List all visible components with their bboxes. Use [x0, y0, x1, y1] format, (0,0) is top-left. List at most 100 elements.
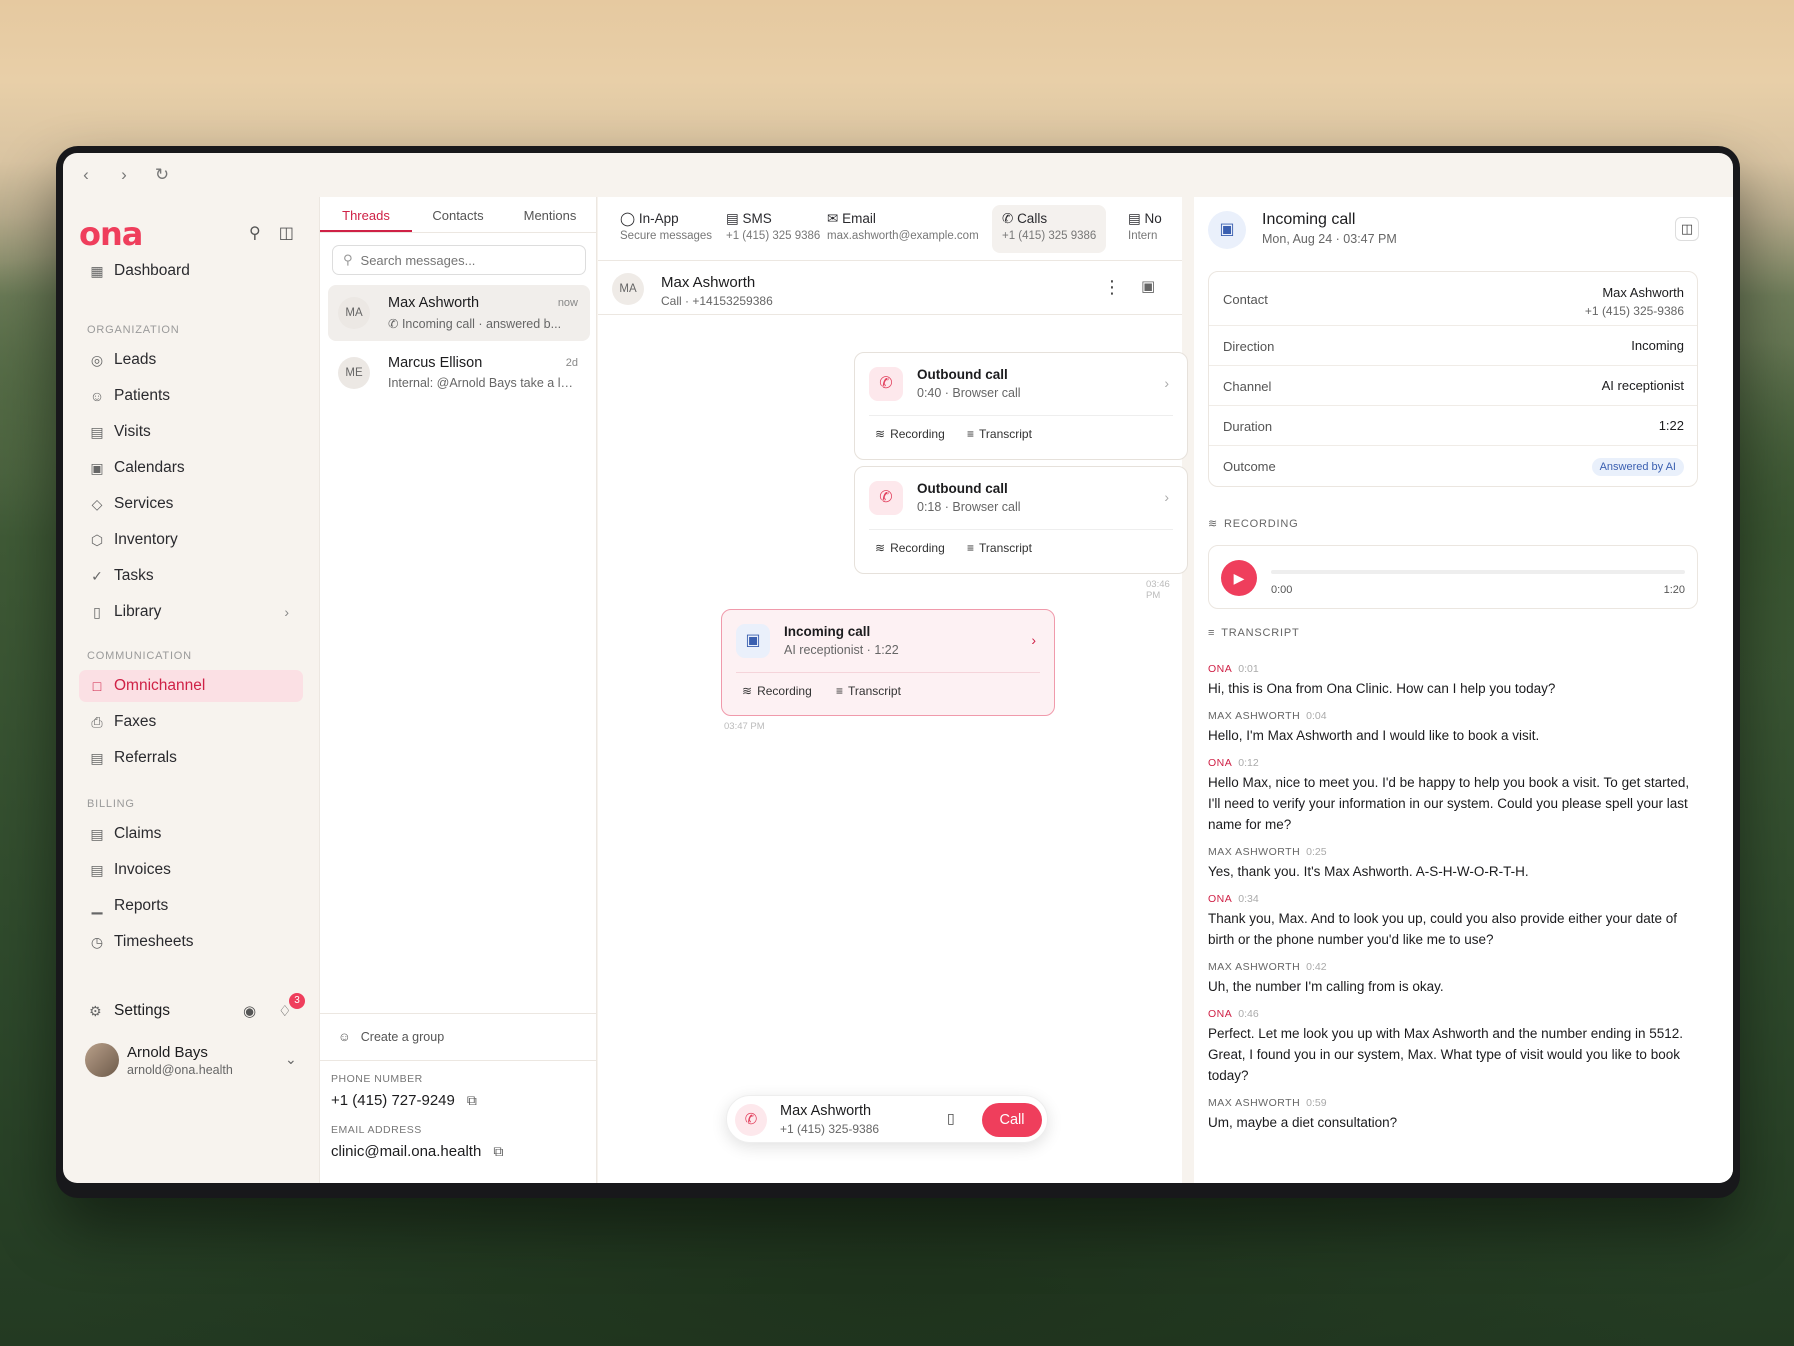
- tab-contacts[interactable]: Contacts: [412, 197, 504, 232]
- ona-logo[interactable]: ona: [79, 215, 143, 253]
- dialer-number: +1 (415) 325-9386: [780, 1122, 880, 1136]
- settings-tools: ◉ ♢: [243, 1002, 292, 1020]
- line-timestamp: 0:01: [1238, 663, 1259, 675]
- speaker-label: ONA 0:34: [1208, 893, 1698, 905]
- channel-sub: +1 (415) 325 9386: [1002, 230, 1097, 242]
- phone-value: +1 (415) 727-9249: [331, 1092, 455, 1109]
- panel-toggle-icon[interactable]: ◫: [1675, 217, 1699, 241]
- tab-calls[interactable]: ✆ Calls +1 (415) 325 9386: [992, 205, 1107, 253]
- thread-item[interactable]: MA Max Ashworth now ✆ Incoming call · an…: [328, 285, 590, 341]
- sidebar-item-omnichannel[interactable]: □ Omnichannel: [79, 670, 303, 702]
- transcript-chip[interactable]: ≡ Transcript: [836, 684, 901, 698]
- create-group-button[interactable]: ☺ Create a group: [320, 1013, 596, 1061]
- call-card[interactable]: ✆ Outbound call 0:18 · Browser call › ≋ R…: [854, 466, 1188, 574]
- help-icon[interactable]: ◉: [243, 1002, 256, 1020]
- line-timestamp: 0:12: [1238, 757, 1259, 769]
- receipt-icon: ▤: [90, 825, 104, 842]
- more-vertical-icon[interactable]: ⋮: [1103, 277, 1121, 298]
- sidebar-item-invoices[interactable]: ▤ Invoices: [79, 854, 303, 886]
- user-menu[interactable]: Arnold Bays arnold@ona.health ⌄: [85, 1041, 315, 1081]
- tab-notes[interactable]: ▤ No Intern: [1118, 205, 1172, 253]
- search-icon[interactable]: ⚲: [249, 223, 261, 243]
- avatar: [85, 1043, 119, 1077]
- call-title: Outbound call: [917, 367, 1008, 382]
- forward-icon[interactable]: ›: [115, 165, 133, 185]
- sidebar-item-services[interactable]: ◇ Services: [79, 488, 303, 520]
- tab-email[interactable]: ✉ Email max.ashworth@example.com: [817, 205, 989, 253]
- sidebar-item-timesheets[interactable]: ◷ Timesheets: [79, 926, 303, 958]
- thread-preview-text: Incoming call · answered b...: [401, 317, 562, 331]
- tab-threads[interactable]: Threads: [320, 197, 412, 232]
- sidebar-item-dashboard[interactable]: ▦ Dashboard: [79, 255, 303, 287]
- robot-icon: ▣: [736, 624, 770, 658]
- sidebar-item-label: Dashboard: [114, 262, 190, 279]
- line-timestamp: 0:46: [1238, 1008, 1259, 1020]
- transcript-line: MAX ASHWORTH 0:25 Yes, thank you. It's Max…: [1208, 846, 1698, 882]
- speaker-label: MAX ASHWORTH 0:25: [1208, 846, 1698, 858]
- copy-icon[interactable]: ⧉: [467, 1092, 477, 1109]
- sidebar-item-library[interactable]: ▯ Library ›: [79, 596, 303, 628]
- chip-label: Transcript: [979, 427, 1032, 441]
- tab-in-app[interactable]: ◯ In-App Secure messages: [610, 205, 722, 253]
- window-icon[interactable]: ▣: [1141, 277, 1155, 295]
- chevron-down-icon: ⌄: [285, 1051, 297, 1067]
- chevron-right-icon: ›: [1031, 632, 1036, 648]
- mobile-icon[interactable]: ▯: [947, 1110, 955, 1127]
- lines-icon: ≡: [836, 684, 844, 698]
- play-button[interactable]: ▶: [1221, 560, 1257, 596]
- sidebar-item-leads[interactable]: ◎ Leads: [79, 344, 303, 376]
- recording-chip[interactable]: ≋ Recording: [875, 427, 945, 441]
- sidebar-toggle-icon[interactable]: ◫: [279, 223, 294, 243]
- transcript-chip[interactable]: ≡ Transcript: [967, 427, 1032, 441]
- recording-chip[interactable]: ≋ Recording: [742, 684, 812, 698]
- channel-tabs: ◯ In-App Secure messages ▤ SMS +1 (415) …: [598, 197, 1182, 261]
- sidebar-item-calendars[interactable]: ▣ Calendars: [79, 452, 303, 484]
- call-card-selected[interactable]: ▣ Incoming call AI receptionist · 1:22 ›…: [721, 609, 1055, 716]
- sidebar-item-label: Inventory: [114, 531, 178, 548]
- contact-name[interactable]: Max Ashworth: [1602, 285, 1684, 300]
- sidebar-item-label: Claims: [114, 825, 162, 842]
- transcript-line: ONA 0:01 Hi, this is Ona from Ona Clinic. …: [1208, 663, 1698, 699]
- sidebar-item-referrals[interactable]: ▤ Referrals: [79, 742, 303, 774]
- call-card[interactable]: ✆ Outbound call 0:40 · Browser call › ≋ R…: [854, 352, 1188, 460]
- printer-icon: ⎙: [91, 713, 103, 730]
- transcript-chip[interactable]: ≡ Transcript: [967, 541, 1032, 555]
- tab-sms[interactable]: ▤ SMS +1 (415) 325 9386: [716, 205, 830, 253]
- lines-icon: ≡: [967, 427, 975, 441]
- chip-label: Recording: [890, 427, 945, 441]
- recording-chip[interactable]: ≋ Recording: [875, 541, 945, 555]
- call-button[interactable]: Call: [982, 1103, 1042, 1137]
- chevron-right-icon: ›: [1164, 375, 1169, 391]
- sidebar-item-inventory[interactable]: ⬡ Inventory: [79, 524, 303, 556]
- sidebar: ona ⚲ ◫ ▦ Dashboard ORGANIZATION ◎ Leads …: [63, 197, 317, 1183]
- sidebar-item-label: Tasks: [114, 567, 154, 584]
- reload-icon[interactable]: ↻: [153, 165, 171, 185]
- search-input[interactable]: [360, 252, 561, 268]
- search-icon: ⚲: [343, 252, 353, 267]
- transcript-line: MAX ASHWORTH 0:04 Hello, I'm Max Ashworth …: [1208, 710, 1698, 746]
- sidebar-item-faxes[interactable]: ⎙ Faxes: [79, 706, 303, 738]
- audio-progress-track[interactable]: [1271, 570, 1685, 574]
- phone-icon: ✆: [1002, 211, 1018, 226]
- target-icon: ◎: [90, 351, 104, 368]
- sidebar-item-claims[interactable]: ▤ Claims: [79, 818, 303, 850]
- email-label: EMAIL ADDRESS: [331, 1124, 422, 1136]
- sidebar-item-label: Leads: [114, 351, 157, 368]
- copy-icon[interactable]: ⧉: [493, 1143, 503, 1160]
- chat-icon: □: [92, 678, 102, 694]
- lines-icon: ≡: [967, 541, 975, 555]
- tab-mentions[interactable]: Mentions: [504, 197, 596, 232]
- sidebar-item-tasks[interactable]: ✓ Tasks: [79, 560, 303, 592]
- channel-title: In-App: [638, 211, 679, 226]
- channel-sub: +1 (415) 325 9386: [726, 230, 821, 242]
- thread-item[interactable]: ME Marcus Ellison 2d Internal: @Arnold B…: [328, 345, 590, 401]
- sidebar-item-visits[interactable]: ▤ Visits: [79, 416, 303, 448]
- conversation-panel: ◯ In-App Secure messages ▤ SMS +1 (415) …: [598, 197, 1188, 1183]
- chip-label: Transcript: [848, 684, 901, 698]
- sidebar-item-reports[interactable]: ▁ Reports: [79, 890, 303, 922]
- sidebar-item-patients[interactable]: ☺ Patients: [79, 380, 303, 412]
- chart-icon: ▁: [91, 897, 103, 914]
- back-icon[interactable]: ‹: [77, 165, 95, 185]
- sidebar-item-label: Omnichannel: [114, 677, 206, 694]
- sidebar-item-label: Referrals: [114, 749, 177, 766]
